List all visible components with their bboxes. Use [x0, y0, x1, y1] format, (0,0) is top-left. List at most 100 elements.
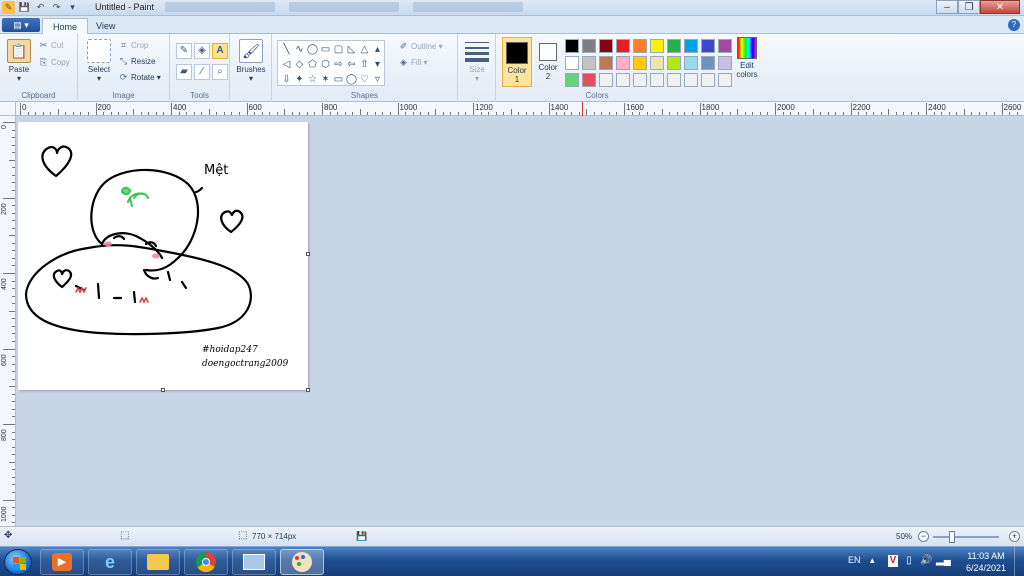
close-button[interactable]: ✕ [980, 0, 1020, 14]
magnifier-icon[interactable]: ⌕ [212, 64, 228, 80]
scroll-down-icon[interactable]: ▾ [371, 57, 384, 72]
palette-swatch[interactable] [616, 56, 630, 70]
tab-view[interactable]: View [86, 18, 125, 34]
paint-taskbar-icon[interactable] [280, 549, 324, 575]
palette-swatch[interactable] [599, 56, 613, 70]
palette-swatch[interactable] [616, 73, 630, 87]
palette-swatch[interactable] [599, 73, 613, 87]
tab-home[interactable]: Home [42, 18, 89, 34]
six-point-star-shape-icon[interactable]: ✶ [319, 72, 332, 87]
hexagon-shape-icon[interactable]: ⬡ [319, 57, 332, 72]
down-arrow-shape-icon[interactable]: ⇩ [280, 72, 293, 87]
palette-swatch[interactable] [599, 39, 613, 53]
volume-icon[interactable]: 🔊 [920, 555, 932, 567]
triangle-shape-icon[interactable]: △ [358, 42, 371, 57]
help-icon[interactable]: ? [1008, 19, 1020, 31]
brushes-button[interactable]: 🖌 Brushes ▾ [235, 39, 267, 83]
antivirus-tray-icon[interactable]: V [888, 555, 898, 567]
palette-swatch[interactable] [718, 39, 732, 53]
undo-icon[interactable]: ↶ [34, 1, 47, 14]
scroll-up-icon[interactable]: ▴ [371, 42, 384, 57]
diamond-shape-icon[interactable]: ◇ [293, 57, 306, 72]
right-triangle-shape-icon[interactable]: ◁ [280, 57, 293, 72]
resize-handle-corner[interactable] [306, 388, 310, 392]
drawing-canvas[interactable]: Mệt #hoidap247 doengoctrang2009 [18, 122, 310, 392]
redo-icon[interactable]: ↷ [50, 1, 63, 14]
callout-oval-shape-icon[interactable]: ◯ [345, 72, 358, 87]
network-icon[interactable]: ▂▄ [936, 555, 951, 567]
rounded-rectangle-shape-icon[interactable]: ▢ [332, 42, 345, 57]
zoom-out-button[interactable]: − [918, 531, 929, 542]
palette-swatch[interactable] [633, 56, 647, 70]
show-desktop-button[interactable] [1014, 547, 1024, 576]
palette-swatch[interactable] [633, 73, 647, 87]
palette-swatch[interactable] [650, 39, 664, 53]
save-icon[interactable]: 💾 [18, 1, 31, 14]
curve-shape-icon[interactable]: ∿ [293, 42, 306, 57]
media-player-taskbar-icon[interactable]: ▶ [40, 549, 84, 575]
show-hidden-icons-icon[interactable]: ▴ [870, 555, 875, 566]
resize-button[interactable]: ⤡ Resize [118, 56, 156, 66]
size-button[interactable]: Size ▾ [462, 40, 492, 83]
left-arrow-shape-icon[interactable]: ⇦ [345, 57, 358, 72]
language-indicator[interactable]: EN [848, 555, 861, 565]
start-button[interactable] [4, 549, 32, 575]
maximize-button[interactable]: ❐ [958, 0, 980, 14]
zoom-slider-thumb[interactable] [949, 531, 955, 543]
color-picker-icon[interactable]: ⁄ [194, 64, 210, 80]
palette-swatch[interactable] [565, 39, 579, 53]
palette-swatch[interactable] [633, 39, 647, 53]
pencil-icon[interactable]: ✎ [176, 43, 192, 59]
edit-colors-button[interactable]: Edit colors [732, 37, 762, 79]
customize-qat-icon[interactable]: ▾ [66, 1, 79, 14]
right-arrow-shape-icon[interactable]: ⇨ [332, 57, 345, 72]
minimize-button[interactable]: – [936, 0, 958, 14]
polygon-shape-icon[interactable]: ◺ [345, 42, 358, 57]
select-button[interactable]: Select ▾ [84, 39, 114, 83]
more-shapes-icon[interactable]: ▿ [371, 72, 384, 87]
palette-swatch[interactable] [667, 73, 681, 87]
palette-swatch[interactable] [718, 73, 732, 87]
color-1-button[interactable]: Color 1 [502, 37, 532, 87]
paste-button[interactable]: 📋 Paste ▾ [4, 39, 34, 83]
file-explorer-taskbar-icon[interactable] [136, 549, 180, 575]
zoom-in-button[interactable]: + [1009, 531, 1020, 542]
callout-rectangle-shape-icon[interactable]: ▭ [332, 72, 345, 87]
palette-swatch[interactable] [565, 73, 579, 87]
rectangle-shape-icon[interactable]: ▭ [319, 42, 332, 57]
rotate-button[interactable]: ⟳ Rotate ▾ [118, 72, 161, 82]
fill-bucket-icon[interactable]: ◈ [194, 43, 210, 59]
palette-swatch[interactable] [582, 39, 596, 53]
text-tool-icon[interactable]: A [212, 43, 228, 59]
palette-swatch[interactable] [684, 56, 698, 70]
palette-swatch[interactable] [667, 39, 681, 53]
up-arrow-shape-icon[interactable]: ⇧ [358, 57, 371, 72]
palette-swatch[interactable] [701, 56, 715, 70]
zoom-slider-track[interactable] [933, 536, 999, 538]
line-shape-icon[interactable]: ╲ [280, 42, 293, 57]
canvas-workspace[interactable]: Mệt #hoidap247 doengoctrang2009 [16, 116, 1024, 526]
paint-menu-button[interactable]: ▤ ▾ [2, 18, 40, 32]
resize-handle-right[interactable] [306, 252, 310, 256]
internet-explorer-taskbar-icon[interactable]: e [88, 549, 132, 575]
clock[interactable]: 11:03 AM 6/24/2021 [966, 550, 1006, 574]
palette-swatch[interactable] [684, 73, 698, 87]
oval-shape-icon[interactable]: ◯ [306, 42, 319, 57]
pentagon-shape-icon[interactable]: ⬠ [306, 57, 319, 72]
cut-button[interactable]: ✂ Cut [38, 40, 64, 50]
screen-capture-taskbar-icon[interactable] [232, 549, 276, 575]
fill-button[interactable]: ◈ Fill ▾ [398, 57, 427, 67]
battery-icon[interactable]: ▯ [904, 555, 914, 567]
palette-swatch[interactable] [650, 73, 664, 87]
palette-swatch[interactable] [565, 56, 579, 70]
paint-app-icon[interactable]: ✎ [2, 1, 15, 14]
palette-swatch[interactable] [718, 56, 732, 70]
resize-handle-bottom[interactable] [161, 388, 165, 392]
palette-swatch[interactable] [701, 39, 715, 53]
four-point-star-shape-icon[interactable]: ✦ [293, 72, 306, 87]
heart-shape-icon[interactable]: ♡ [358, 72, 371, 87]
palette-swatch[interactable] [582, 56, 596, 70]
palette-swatch[interactable] [650, 56, 664, 70]
palette-swatch[interactable] [582, 73, 596, 87]
palette-swatch[interactable] [701, 73, 715, 87]
